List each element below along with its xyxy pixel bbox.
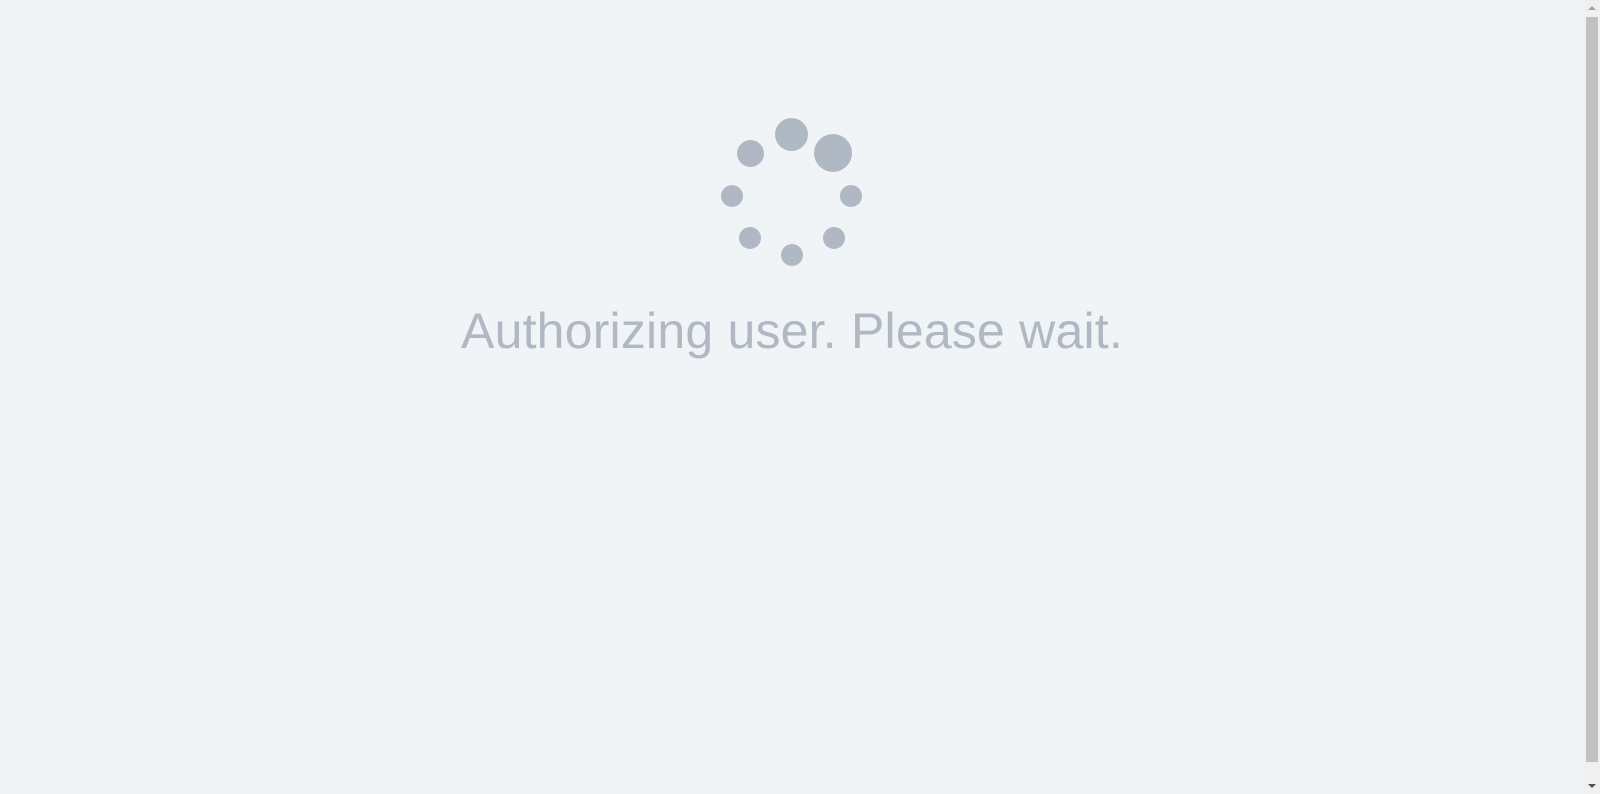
vertical-scrollbar[interactable] xyxy=(1584,0,1600,794)
spinner-dot xyxy=(840,185,862,207)
spinner-dot xyxy=(775,118,808,151)
spinner-dot xyxy=(814,134,852,172)
loading-message: Authorizing user. Please wait. xyxy=(461,303,1123,359)
spinner-dot xyxy=(721,185,743,207)
scroll-up-arrow-icon[interactable] xyxy=(1588,6,1596,10)
loading-page: Authorizing user. Please wait. xyxy=(0,0,1584,794)
scroll-down-arrow-icon[interactable] xyxy=(1588,784,1596,788)
spinner-dot xyxy=(781,244,803,266)
spinner-dot xyxy=(823,227,845,249)
spinner-dot xyxy=(737,140,764,167)
spinner-dot xyxy=(739,227,761,249)
loading-spinner-icon xyxy=(0,0,1584,300)
scrollbar-thumb[interactable] xyxy=(1586,17,1598,762)
